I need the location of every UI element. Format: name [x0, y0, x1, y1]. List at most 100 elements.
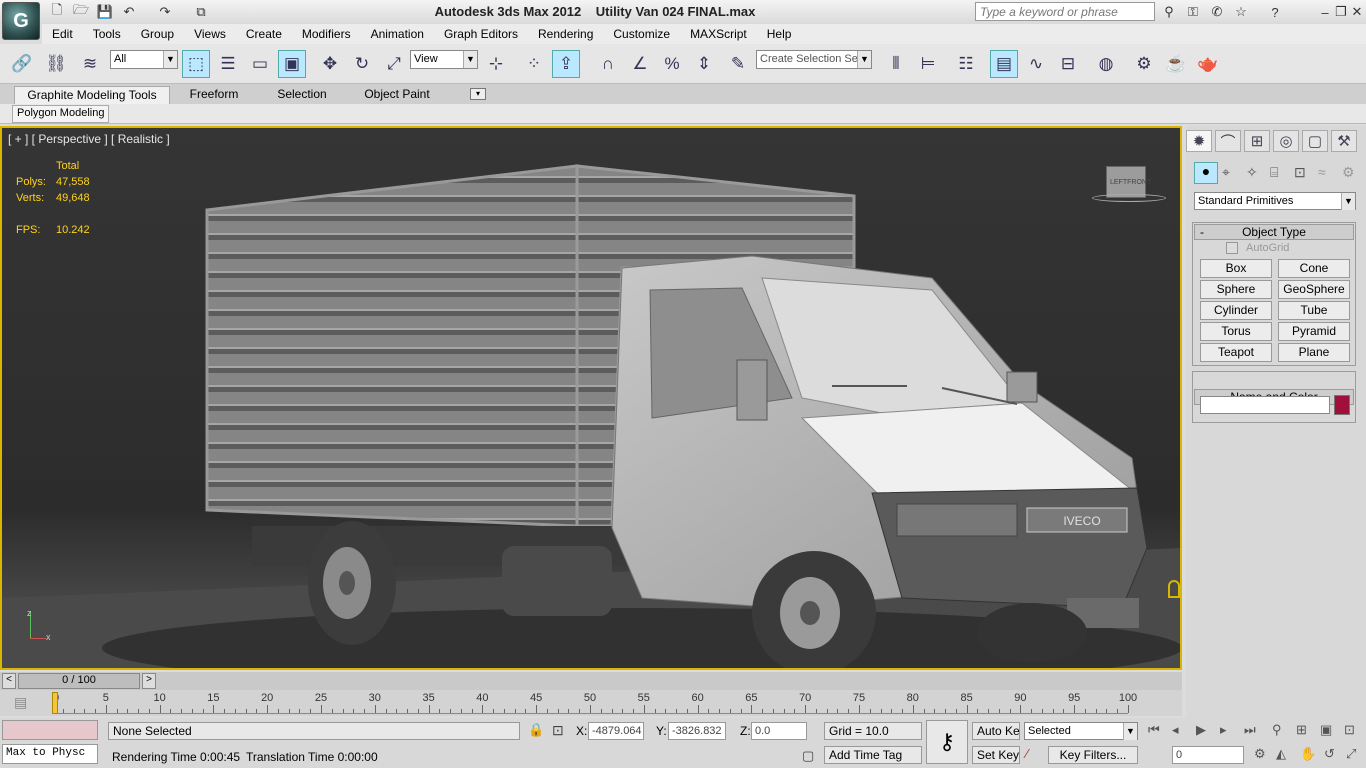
scale-icon[interactable]: ⤢ [380, 50, 408, 78]
menu-animation[interactable]: Animation [361, 27, 434, 41]
object-color-swatch[interactable] [1334, 395, 1350, 415]
create-tab-icon[interactable]: ✹ [1186, 130, 1212, 152]
sphere-button[interactable]: Sphere [1200, 280, 1272, 299]
unlink-icon[interactable]: ⛓ [42, 50, 70, 78]
lights-icon[interactable]: ✧ [1246, 164, 1258, 181]
layer-manager-icon[interactable]: ☷ [952, 50, 980, 78]
viewcube-ring[interactable] [1092, 194, 1166, 202]
utilities-tab-icon[interactable]: ⚒ [1331, 130, 1357, 152]
timeline-ruler[interactable]: 0510152025303540455055606570758085909510… [0, 690, 1182, 716]
zoom-icon[interactable]: ⚲ [1272, 722, 1282, 738]
cameras-icon[interactable]: ⌸ [1270, 164, 1278, 181]
mirror-icon[interactable]: ⫴ [882, 50, 910, 78]
window-crossing-icon[interactable]: ▣ [278, 50, 306, 78]
key-mode-dropdown[interactable]: Selected ▼ [1024, 722, 1138, 740]
menu-graph-editors[interactable]: Graph Editors [434, 27, 528, 41]
pivot-center-icon[interactable]: ⊹ [482, 50, 510, 78]
close-icon[interactable]: ✕ [1348, 3, 1366, 21]
track-bar-icon[interactable]: ▤ [14, 694, 27, 711]
motion-tab-icon[interactable]: ◎ [1273, 130, 1299, 152]
schematic-view-icon[interactable]: ⊟ [1054, 50, 1082, 78]
goto-end-icon[interactable]: ⏭ [1244, 722, 1256, 738]
percent-snap-icon[interactable]: % [658, 50, 686, 78]
systems-icon[interactable]: ⚙ [1342, 164, 1355, 181]
set-key-icon[interactable]: ⚷ [926, 720, 968, 764]
key-tangent-icon[interactable]: ∕ [1026, 746, 1028, 761]
goto-start-icon[interactable]: ⏮ [1148, 722, 1160, 738]
prev-key-icon[interactable]: ◂ [1172, 722, 1179, 738]
geometry-icon[interactable]: ● [1194, 162, 1218, 184]
object-name-field[interactable] [1200, 396, 1330, 414]
select-and-link-icon[interactable]: 🔗 [8, 50, 36, 78]
zoom-all-icon[interactable]: ⊞ [1296, 722, 1307, 738]
rectangular-selection-icon[interactable]: ▭ [246, 50, 274, 78]
torus-button[interactable]: Torus [1200, 322, 1272, 341]
tab-graphite-modeling-tools[interactable]: Graphite Modeling Tools [14, 86, 170, 104]
modify-tab-icon[interactable]: ⌒ [1215, 130, 1241, 152]
binoculars-icon[interactable]: ⚲ [1160, 3, 1178, 21]
named-selection-dropdown[interactable]: Create Selection Set ▼ [756, 50, 872, 69]
tab-freeform[interactable]: Freeform [178, 86, 250, 104]
help-icon[interactable]: ? [1266, 3, 1284, 21]
render-setup-icon[interactable]: ⚙ [1130, 50, 1158, 78]
object-type-header[interactable]: - Object Type [1194, 224, 1354, 240]
helpers-icon[interactable]: ⊡ [1294, 164, 1306, 181]
material-editor-icon[interactable]: ◍ [1092, 50, 1120, 78]
subscription-icon[interactable]: ⚿ [1184, 3, 1202, 21]
tube-button[interactable]: Tube [1278, 301, 1350, 320]
absolute-mode-icon[interactable]: ⊡ [552, 722, 564, 739]
curve-editor-icon[interactable]: ∿ [1022, 50, 1050, 78]
snaps-toggle-icon[interactable]: ∩ [594, 50, 622, 78]
align-icon[interactable]: ⊨ [914, 50, 942, 78]
y-coordinate-field[interactable]: -3826.832 [668, 722, 726, 740]
space-warps-icon[interactable]: ≈ [1318, 164, 1326, 180]
set-key-button[interactable]: Set Key [972, 746, 1020, 764]
maximize-viewport-icon[interactable]: ⤢ [1346, 746, 1356, 762]
graphite-toggle-icon[interactable]: ▤ [990, 50, 1018, 78]
tab-object-paint[interactable]: Object Paint [352, 86, 442, 104]
menu-group[interactable]: Group [131, 27, 184, 41]
rotate-icon[interactable]: ↻ [348, 50, 376, 78]
reference-coordinate-dropdown[interactable]: View ▼ [410, 50, 478, 69]
select-by-name-icon[interactable]: ☰ [214, 50, 242, 78]
shapes-icon[interactable]: ⌖ [1222, 164, 1230, 181]
menu-tools[interactable]: Tools [83, 27, 131, 41]
communication-icon[interactable]: ✆ [1208, 3, 1226, 21]
current-frame-input[interactable]: 0 [1172, 746, 1244, 764]
next-key-icon[interactable]: ▸ [1220, 722, 1227, 738]
rendered-frame-icon[interactable]: ☕ [1162, 50, 1190, 78]
move-icon[interactable]: ✥ [316, 50, 344, 78]
teapot-button[interactable]: Teapot [1200, 343, 1272, 362]
menu-maxscript[interactable]: MAXScript [680, 27, 757, 41]
select-manipulate-icon[interactable]: ⁘ [520, 50, 548, 78]
light-helper-icon[interactable] [1168, 580, 1180, 598]
spinner-snap-icon[interactable]: ⇕ [690, 50, 718, 78]
time-config-icon[interactable]: ⚙ [1254, 746, 1266, 762]
tab-selection[interactable]: Selection [264, 86, 340, 104]
favorites-star-icon[interactable]: ☆ [1232, 3, 1250, 21]
keyboard-shortcut-override-icon[interactable]: ⇪ [552, 50, 580, 78]
primitive-type-dropdown[interactable]: Standard Primitives ▼ [1194, 192, 1356, 210]
cone-button[interactable]: Cone [1278, 259, 1350, 278]
play-icon[interactable]: ▶ [1196, 722, 1206, 738]
select-object-icon[interactable]: ⬚ [182, 50, 210, 78]
menu-rendering[interactable]: Rendering [528, 27, 603, 41]
cylinder-button[interactable]: Cylinder [1200, 301, 1272, 320]
orbit-icon[interactable]: ↺ [1324, 746, 1335, 762]
menu-create[interactable]: Create [236, 27, 292, 41]
current-frame-marker[interactable] [52, 692, 58, 714]
menu-views[interactable]: Views [184, 27, 236, 41]
x-coordinate-field[interactable]: -4879.064 [588, 722, 644, 740]
perspective-viewport[interactable]: IVECO [ + ] [ Perspective ] [ Realistic … [0, 126, 1182, 670]
plane-button[interactable]: Plane [1278, 343, 1350, 362]
zoom-extents-all-icon[interactable]: ⊡ [1344, 722, 1355, 738]
angle-snap-icon[interactable]: ∠ [626, 50, 654, 78]
prev-frame-icon[interactable]: < [2, 673, 16, 689]
menu-edit[interactable]: Edit [42, 27, 83, 41]
viewport-label[interactable]: [ + ] [ Perspective ] [ Realistic ] [8, 132, 170, 146]
render-production-icon[interactable]: 🫖 [1194, 50, 1222, 78]
time-tag-icon[interactable]: ▢ [802, 748, 814, 764]
selection-filter-dropdown[interactable]: All ▼ [110, 50, 178, 69]
z-coordinate-field[interactable]: 0.0 [751, 722, 807, 740]
zoom-extents-icon[interactable]: ▣ [1320, 722, 1332, 738]
